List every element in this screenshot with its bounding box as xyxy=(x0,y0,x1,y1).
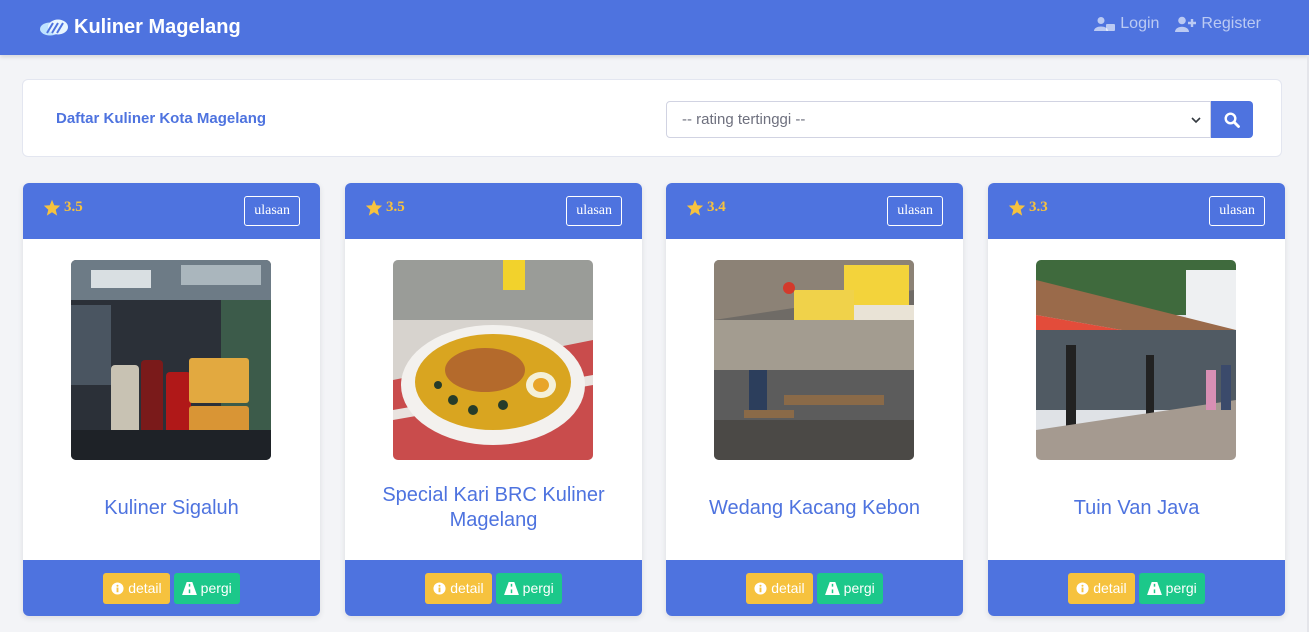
sort-select-value: -- rating tertinggi -- xyxy=(682,111,806,128)
register-link[interactable]: Register xyxy=(1175,15,1261,33)
search-button[interactable] xyxy=(1211,101,1253,138)
road-icon xyxy=(824,581,840,595)
page-title: Daftar Kuliner Kota Magelang xyxy=(56,110,267,127)
login-label: Login xyxy=(1120,15,1160,32)
users-icon xyxy=(1094,17,1116,31)
rating-value: 3.4 xyxy=(707,199,726,215)
star-icon xyxy=(1008,199,1026,216)
pergi-label: pergi xyxy=(843,580,875,596)
detail-button[interactable]: detail xyxy=(425,572,492,604)
register-label: Register xyxy=(1201,15,1261,32)
rating: 3.3 xyxy=(1008,199,1048,216)
detail-label: detail xyxy=(771,580,805,596)
stall-interior-photo xyxy=(714,260,914,460)
ulasan-button[interactable]: ulasan xyxy=(244,196,300,226)
ulasan-button[interactable]: ulasan xyxy=(887,196,943,226)
info-circle-icon xyxy=(1076,581,1089,595)
info-circle-icon xyxy=(754,581,767,595)
rating-value: 3.3 xyxy=(1029,199,1048,215)
culinary-card: 3.5 ulasan Special Kari BRC Kuliner Mage… xyxy=(345,183,642,616)
sort-select[interactable]: -- rating tertinggi -- xyxy=(666,101,1211,138)
culinary-card: 3.3 ulasan Tuin Van Java detail pergi xyxy=(988,183,1285,616)
street-market-photo xyxy=(1036,260,1236,460)
road-icon xyxy=(503,581,519,595)
pergi-button[interactable]: pergi xyxy=(816,572,883,604)
food-stall-photo xyxy=(71,260,271,460)
pergi-label: pergi xyxy=(1165,580,1197,596)
pergi-button[interactable]: pergi xyxy=(173,572,240,604)
culinary-title-link[interactable]: Special Kari BRC Kuliner Magelang xyxy=(365,478,622,538)
culinary-title-link[interactable]: Wedang Kacang Kebon xyxy=(686,478,943,538)
pergi-button[interactable]: pergi xyxy=(1138,572,1205,604)
pergi-label: pergi xyxy=(200,580,232,596)
chevron-down-icon xyxy=(1191,117,1201,124)
star-icon xyxy=(365,199,383,216)
culinary-title-link[interactable]: Kuliner Sigaluh xyxy=(43,478,300,538)
detail-label: detail xyxy=(450,580,484,596)
culinary-title-link[interactable]: Tuin Van Java xyxy=(1008,478,1265,538)
rating-value: 3.5 xyxy=(64,199,83,215)
info-circle-icon xyxy=(433,581,446,595)
star-icon xyxy=(43,199,61,216)
rating: 3.5 xyxy=(43,199,83,216)
search-icon xyxy=(1224,111,1240,128)
filter-card: Daftar Kuliner Kota Magelang -- rating t… xyxy=(22,79,1282,157)
culinary-card: 3.4 ulasan Wedang Kacang Kebon detail pe… xyxy=(666,183,963,616)
user-plus-icon xyxy=(1175,16,1197,32)
brand-title: Kuliner Magelang xyxy=(74,15,241,38)
login-link[interactable]: Login xyxy=(1094,15,1159,33)
brand-link[interactable]: Kuliner Magelang xyxy=(38,14,241,40)
star-icon xyxy=(686,199,704,216)
road-icon xyxy=(1146,581,1162,595)
ulasan-button[interactable]: ulasan xyxy=(566,196,622,226)
top-navbar: Kuliner Magelang Login Register xyxy=(0,0,1309,55)
pergi-button[interactable]: pergi xyxy=(495,572,562,604)
culinary-card: 3.5 ulasan Kuliner Sigaluh detail pergi xyxy=(23,183,320,616)
detail-button[interactable]: detail xyxy=(746,572,813,604)
road-icon xyxy=(181,581,197,595)
detail-button[interactable]: detail xyxy=(1068,572,1135,604)
detail-label: detail xyxy=(1093,580,1127,596)
detail-label: detail xyxy=(128,580,162,596)
curry-dish-photo xyxy=(393,260,593,460)
cloud-logo-icon xyxy=(40,19,68,36)
rating-value: 3.5 xyxy=(386,199,405,215)
rating: 3.5 xyxy=(365,199,405,216)
info-circle-icon xyxy=(111,581,124,595)
detail-button[interactable]: detail xyxy=(103,572,170,604)
ulasan-button[interactable]: ulasan xyxy=(1209,196,1265,226)
pergi-label: pergi xyxy=(522,580,554,596)
rating: 3.4 xyxy=(686,199,726,216)
